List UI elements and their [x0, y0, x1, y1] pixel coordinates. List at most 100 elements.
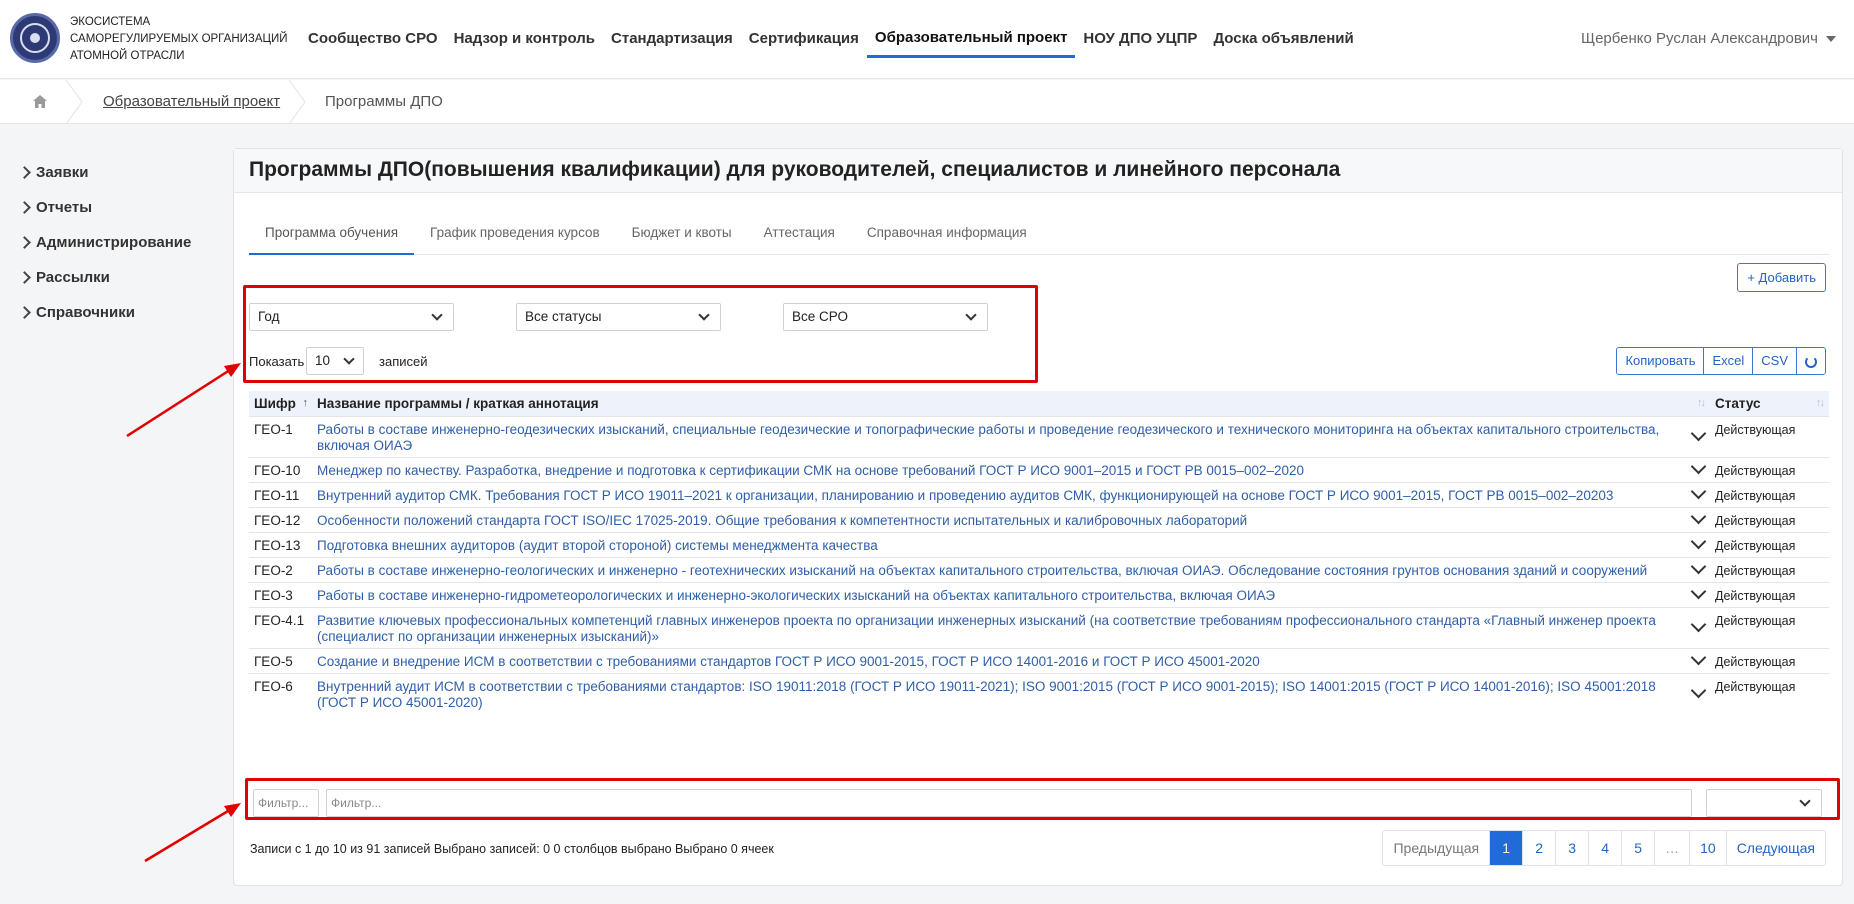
- cell-status: Действующая: [1710, 606, 1829, 648]
- chevron-down-icon: [965, 309, 977, 321]
- year-select[interactable]: Год: [249, 303, 454, 331]
- copy-button[interactable]: Копировать: [1617, 348, 1705, 374]
- table-row[interactable]: ГЕО-12 Особенности положений стандарта Г…: [249, 506, 1829, 532]
- table-header-row: Шифр ↑ Название программы / краткая аннот…: [249, 391, 1829, 416]
- prev-page-button[interactable]: Предыдущая: [1383, 831, 1491, 865]
- reload-icon: [1805, 355, 1817, 368]
- tab-attestation[interactable]: Аттестация: [748, 219, 851, 255]
- nav-item-certification[interactable]: Сертификация: [741, 0, 867, 79]
- programs-card: Программы ДПО(повышения квалификации) дл…: [233, 148, 1843, 886]
- expand-toggle[interactable]: [1686, 556, 1710, 582]
- code-filter-input[interactable]: Фильтр...: [253, 789, 319, 817]
- brand-name[interactable]: Экосистема саморегулируемых организаций …: [70, 14, 288, 65]
- nav-item-supervision[interactable]: Надзор и контроль: [446, 0, 603, 79]
- status-select[interactable]: Все статусы: [516, 303, 721, 331]
- user-menu[interactable]: Щербенко Руслан Александрович: [1581, 30, 1836, 47]
- program-link[interactable]: Работы в составе инженерно-геологических…: [312, 556, 1686, 582]
- table-row[interactable]: ГЕО-1 Работы в составе инженерно-геодези…: [249, 415, 1829, 457]
- logo-icon[interactable]: [10, 13, 60, 63]
- excel-button[interactable]: Excel: [1704, 348, 1754, 374]
- program-link[interactable]: Менеджер по качеству. Разработка, внедре…: [312, 456, 1686, 482]
- page-button-2[interactable]: 2: [1523, 831, 1557, 865]
- table-row[interactable]: ГЕО-3 Работы в составе инженерно-гидроме…: [249, 581, 1829, 607]
- program-link[interactable]: Создание и внедрение ИСМ в соответствии …: [312, 647, 1686, 673]
- expand-toggle[interactable]: [1686, 581, 1710, 607]
- sro-select[interactable]: Все СРО: [783, 303, 988, 331]
- cell-code: ГЕО-13: [249, 531, 312, 557]
- table-row[interactable]: ГЕО-2 Работы в составе инженерно-геологи…: [249, 556, 1829, 582]
- reload-button[interactable]: [1797, 348, 1825, 374]
- page-ellipsis: …: [1655, 831, 1691, 865]
- sidebar-item-admin[interactable]: Администрирование: [18, 225, 220, 260]
- csv-button[interactable]: CSV: [1753, 348, 1797, 374]
- cell-status: Действующая: [1710, 672, 1829, 714]
- program-link[interactable]: Внутренний аудитор СМК. Требования ГОСТ …: [312, 481, 1686, 507]
- nav-item-training-center[interactable]: НОУ ДПО УЦПР: [1075, 0, 1205, 79]
- sidebar-item-mailings[interactable]: Рассылки: [18, 260, 220, 295]
- expand-toggle[interactable]: [1686, 531, 1710, 557]
- add-button[interactable]: + Добавить: [1737, 263, 1826, 292]
- page-button-5[interactable]: 5: [1622, 831, 1656, 865]
- page-button-3[interactable]: 3: [1556, 831, 1590, 865]
- breadcrumb-separator: [65, 80, 83, 124]
- page-button-1[interactable]: 1: [1490, 831, 1524, 865]
- nav-item-bulletin-board[interactable]: Доска объявлений: [1205, 0, 1361, 79]
- page-title: Программы ДПО(повышения квалификации) дл…: [249, 158, 1341, 181]
- chevron-right-icon: [18, 306, 31, 319]
- breadcrumb-link-education[interactable]: Образовательный проект: [103, 93, 280, 110]
- programs-table: Шифр ↑ Название программы / краткая аннот…: [249, 391, 1829, 714]
- program-link[interactable]: Внутренний аудит ИСМ в соответствии с тр…: [312, 672, 1686, 714]
- name-filter-input[interactable]: Фильтр...: [326, 789, 1692, 817]
- sidebar: Заявки Отчеты Администрирование Рассылки…: [18, 155, 220, 330]
- nav-item-education[interactable]: Образовательный проект: [866, 0, 1076, 58]
- brand-line: атомной отрасли: [70, 50, 185, 62]
- sidebar-item-label: Администрирование: [36, 234, 192, 251]
- home-icon[interactable]: [33, 95, 47, 108]
- program-link[interactable]: Работы в составе инженерно-гидрометеорол…: [312, 581, 1686, 607]
- page-button-10[interactable]: 10: [1690, 831, 1727, 865]
- program-link[interactable]: Особенности положений стандарта ГОСТ ISO…: [312, 506, 1686, 532]
- year-select-value: Год: [258, 309, 280, 324]
- sidebar-item-reports[interactable]: Отчеты: [18, 190, 220, 225]
- sidebar-item-directories[interactable]: Справочники: [18, 295, 220, 330]
- table-row[interactable]: ГЕО-11 Внутренний аудитор СМК. Требовани…: [249, 481, 1829, 507]
- cell-code: ГЕО-10: [249, 456, 312, 482]
- tab-reference[interactable]: Справочная информация: [851, 219, 1043, 255]
- column-header-status[interactable]: Статус ↑↓: [1710, 391, 1829, 416]
- column-header-code[interactable]: Шифр ↑: [249, 391, 312, 416]
- table-row[interactable]: ГЕО-5 Создание и внедрение ИСМ в соответ…: [249, 647, 1829, 673]
- logo-ring: [20, 23, 50, 53]
- expand-toggle[interactable]: [1686, 506, 1710, 532]
- program-link[interactable]: Подготовка внешних аудиторов (аудит втор…: [312, 531, 1686, 557]
- nav-item-standardization[interactable]: Стандартизация: [603, 0, 741, 79]
- status-select-value: Все статусы: [525, 309, 602, 324]
- next-page-button[interactable]: Следующая: [1726, 831, 1825, 865]
- expand-toggle[interactable]: [1686, 672, 1710, 714]
- chevron-down-icon: [343, 353, 355, 365]
- page-button-4[interactable]: 4: [1589, 831, 1623, 865]
- tab-program[interactable]: Программа обучения: [249, 219, 415, 255]
- sidebar-item-requests[interactable]: Заявки: [18, 155, 220, 190]
- program-link[interactable]: Работы в составе инженерно-геодезических…: [312, 415, 1686, 457]
- page-size-select[interactable]: 10: [306, 347, 364, 375]
- cell-code: ГЕО-1: [249, 415, 312, 457]
- cell-status: Действующая: [1710, 647, 1829, 673]
- expand-toggle[interactable]: [1686, 415, 1710, 457]
- status-filter-select[interactable]: [1706, 789, 1822, 817]
- nav-item-community[interactable]: Сообщество СРО: [300, 0, 446, 79]
- column-header-name[interactable]: Название программы / краткая аннотация ↑↓: [312, 391, 1710, 416]
- program-link[interactable]: Развитие ключевых профессиональных компе…: [312, 606, 1686, 648]
- expand-toggle[interactable]: [1686, 481, 1710, 507]
- sort-icon: ↑↓: [1697, 397, 1706, 409]
- expand-toggle[interactable]: [1686, 456, 1710, 482]
- table-row[interactable]: ГЕО-4.1 Развитие ключевых профессиональн…: [249, 606, 1829, 648]
- expand-toggle[interactable]: [1686, 647, 1710, 673]
- cell-status: Действующая: [1710, 415, 1829, 457]
- table-row[interactable]: ГЕО-13 Подготовка внешних аудиторов (ауд…: [249, 531, 1829, 557]
- tab-budget[interactable]: Бюджет и квоты: [616, 219, 748, 255]
- column-header-label: Название программы / краткая аннотация: [317, 395, 599, 411]
- tab-schedule[interactable]: График проведения курсов: [414, 219, 616, 255]
- expand-toggle[interactable]: [1686, 606, 1710, 648]
- table-row[interactable]: ГЕО-10 Менеджер по качеству. Разработка,…: [249, 456, 1829, 482]
- table-row[interactable]: ГЕО-6 Внутренний аудит ИСМ в соответстви…: [249, 672, 1829, 714]
